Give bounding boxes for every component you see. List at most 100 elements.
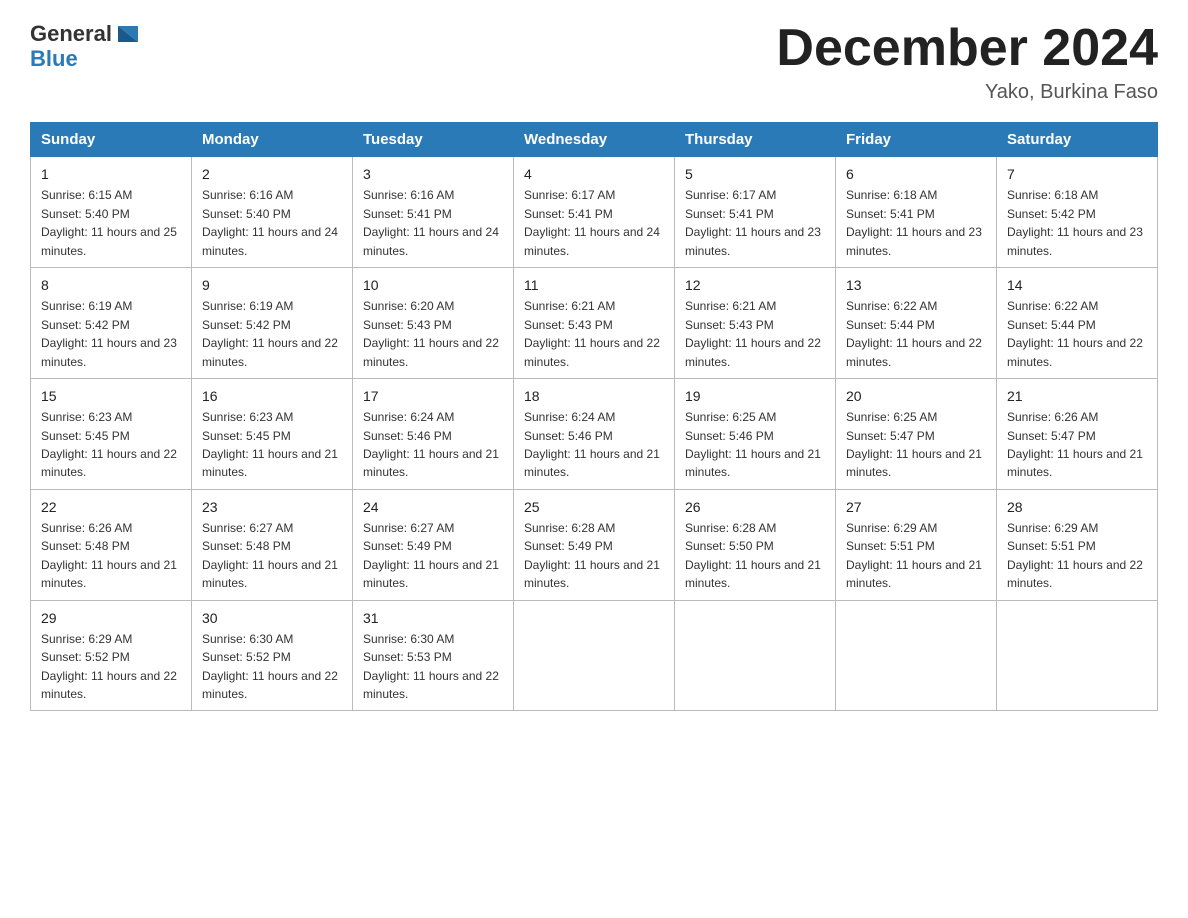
day-info: Sunrise: 6:29 AMSunset: 5:52 PMDaylight:… xyxy=(41,632,177,701)
day-number: 27 xyxy=(846,497,986,517)
day-number: 15 xyxy=(41,386,181,406)
calendar-cell: 26Sunrise: 6:28 AMSunset: 5:50 PMDayligh… xyxy=(675,489,836,600)
day-info: Sunrise: 6:30 AMSunset: 5:52 PMDaylight:… xyxy=(202,632,338,701)
calendar-cell: 6 Sunrise: 6:18 AMSunset: 5:41 PMDaylight… xyxy=(836,157,997,268)
calendar-header-row: SundayMondayTuesdayWednesdayThursdayFrid… xyxy=(31,123,1158,157)
day-number: 12 xyxy=(685,275,825,295)
day-info: Sunrise: 6:15 AMSunset: 5:40 PMDaylight:… xyxy=(41,188,177,257)
day-of-week-header: Monday xyxy=(192,123,353,157)
day-info: Sunrise: 6:16 AMSunset: 5:40 PMDaylight:… xyxy=(202,188,338,257)
day-info: Sunrise: 6:18 AMSunset: 5:41 PMDaylight:… xyxy=(846,188,982,257)
day-number: 19 xyxy=(685,386,825,406)
calendar-cell: 11Sunrise: 6:21 AMSunset: 5:43 PMDayligh… xyxy=(514,268,675,379)
day-info: Sunrise: 6:27 AMSunset: 5:49 PMDaylight:… xyxy=(363,521,499,590)
calendar-cell: 29 Sunrise: 6:29 AMSunset: 5:52 PMDayligh… xyxy=(31,600,192,711)
day-number: 6 xyxy=(846,164,986,184)
calendar-cell: 28Sunrise: 6:29 AMSunset: 5:51 PMDayligh… xyxy=(997,489,1158,600)
day-number: 5 xyxy=(685,164,825,184)
day-info: Sunrise: 6:17 AMSunset: 5:41 PMDaylight:… xyxy=(524,188,660,257)
day-number: 29 xyxy=(41,608,181,628)
day-number: 23 xyxy=(202,497,342,517)
day-of-week-header: Wednesday xyxy=(514,123,675,157)
calendar-cell: 27 Sunrise: 6:29 AMSunset: 5:51 PMDayligh… xyxy=(836,489,997,600)
calendar-cell: 8 Sunrise: 6:19 AMSunset: 5:42 PMDaylight… xyxy=(31,268,192,379)
calendar-cell: 12 Sunrise: 6:21 AMSunset: 5:43 PMDayligh… xyxy=(675,268,836,379)
day-of-week-header: Thursday xyxy=(675,123,836,157)
day-number: 18 xyxy=(524,386,664,406)
day-info: Sunrise: 6:24 AMSunset: 5:46 PMDaylight:… xyxy=(363,410,499,479)
day-number: 2 xyxy=(202,164,342,184)
calendar-cell: 7 Sunrise: 6:18 AMSunset: 5:42 PMDaylight… xyxy=(997,157,1158,268)
day-info: Sunrise: 6:21 AMSunset: 5:43 PMDaylight:… xyxy=(685,299,821,368)
day-number: 14 xyxy=(1007,275,1147,295)
day-of-week-header: Friday xyxy=(836,123,997,157)
calendar-week-row: 1 Sunrise: 6:15 AMSunset: 5:40 PMDaylight… xyxy=(31,157,1158,268)
calendar-week-row: 29 Sunrise: 6:29 AMSunset: 5:52 PMDayligh… xyxy=(31,600,1158,711)
calendar-week-row: 15 Sunrise: 6:23 AMSunset: 5:45 PMDayligh… xyxy=(31,378,1158,489)
day-number: 20 xyxy=(846,386,986,406)
calendar-cell: 16 Sunrise: 6:23 AMSunset: 5:45 PMDayligh… xyxy=(192,378,353,489)
day-number: 11 xyxy=(524,275,664,295)
calendar-cell: 9 Sunrise: 6:19 AMSunset: 5:42 PMDaylight… xyxy=(192,268,353,379)
calendar-title: December 2024 xyxy=(776,20,1158,77)
day-number: 22 xyxy=(41,497,181,517)
day-info: Sunrise: 6:17 AMSunset: 5:41 PMDaylight:… xyxy=(685,188,821,257)
logo: General Blue xyxy=(30,20,142,70)
day-number: 30 xyxy=(202,608,342,628)
logo-blue-text: Blue xyxy=(30,48,78,70)
calendar-cell: 15Sunrise: 6:23 AMSunset: 5:45 PMDayligh… xyxy=(31,378,192,489)
calendar-cell: 2 Sunrise: 6:16 AMSunset: 5:40 PMDaylight… xyxy=(192,157,353,268)
day-number: 24 xyxy=(363,497,503,517)
day-info: Sunrise: 6:29 AMSunset: 5:51 PMDaylight:… xyxy=(846,521,982,590)
day-number: 7 xyxy=(1007,164,1147,184)
day-info: Sunrise: 6:16 AMSunset: 5:41 PMDaylight:… xyxy=(363,188,499,257)
calendar-location: Yako, Burkina Faso xyxy=(776,81,1158,104)
day-info: Sunrise: 6:26 AMSunset: 5:48 PMDaylight:… xyxy=(41,521,177,590)
calendar-cell: 18Sunrise: 6:24 AMSunset: 5:46 PMDayligh… xyxy=(514,378,675,489)
day-info: Sunrise: 6:28 AMSunset: 5:50 PMDaylight:… xyxy=(685,521,821,590)
day-number: 1 xyxy=(41,164,181,184)
calendar-cell: 19 Sunrise: 6:25 AMSunset: 5:46 PMDayligh… xyxy=(675,378,836,489)
calendar-cell: 30 Sunrise: 6:30 AMSunset: 5:52 PMDayligh… xyxy=(192,600,353,711)
calendar-cell: 4Sunrise: 6:17 AMSunset: 5:41 PMDaylight… xyxy=(514,157,675,268)
day-info: Sunrise: 6:19 AMSunset: 5:42 PMDaylight:… xyxy=(41,299,177,368)
calendar-cell: 24 Sunrise: 6:27 AMSunset: 5:49 PMDayligh… xyxy=(353,489,514,600)
day-number: 9 xyxy=(202,275,342,295)
calendar-cell: 10Sunrise: 6:20 AMSunset: 5:43 PMDayligh… xyxy=(353,268,514,379)
day-info: Sunrise: 6:28 AMSunset: 5:49 PMDaylight:… xyxy=(524,521,660,590)
calendar-cell: 23Sunrise: 6:27 AMSunset: 5:48 PMDayligh… xyxy=(192,489,353,600)
day-number: 13 xyxy=(846,275,986,295)
day-number: 28 xyxy=(1007,497,1147,517)
calendar-cell: 14 Sunrise: 6:22 AMSunset: 5:44 PMDayligh… xyxy=(997,268,1158,379)
logo-triangle-icon xyxy=(114,20,142,48)
day-number: 17 xyxy=(363,386,503,406)
calendar-cell xyxy=(675,600,836,711)
calendar-cell xyxy=(514,600,675,711)
day-info: Sunrise: 6:18 AMSunset: 5:42 PMDaylight:… xyxy=(1007,188,1143,257)
calendar-cell: 5 Sunrise: 6:17 AMSunset: 5:41 PMDaylight… xyxy=(675,157,836,268)
day-number: 8 xyxy=(41,275,181,295)
calendar-cell xyxy=(836,600,997,711)
day-info: Sunrise: 6:26 AMSunset: 5:47 PMDaylight:… xyxy=(1007,410,1143,479)
day-info: Sunrise: 6:22 AMSunset: 5:44 PMDaylight:… xyxy=(846,299,982,368)
day-number: 10 xyxy=(363,275,503,295)
calendar-cell: 25Sunrise: 6:28 AMSunset: 5:49 PMDayligh… xyxy=(514,489,675,600)
day-info: Sunrise: 6:25 AMSunset: 5:47 PMDaylight:… xyxy=(846,410,982,479)
calendar-cell: 22 Sunrise: 6:26 AMSunset: 5:48 PMDayligh… xyxy=(31,489,192,600)
day-info: Sunrise: 6:30 AMSunset: 5:53 PMDaylight:… xyxy=(363,632,499,701)
calendar-cell: 13 Sunrise: 6:22 AMSunset: 5:44 PMDayligh… xyxy=(836,268,997,379)
day-of-week-header: Saturday xyxy=(997,123,1158,157)
calendar-cell: 17 Sunrise: 6:24 AMSunset: 5:46 PMDayligh… xyxy=(353,378,514,489)
day-number: 16 xyxy=(202,386,342,406)
day-info: Sunrise: 6:19 AMSunset: 5:42 PMDaylight:… xyxy=(202,299,338,368)
calendar-cell: 3Sunrise: 6:16 AMSunset: 5:41 PMDaylight… xyxy=(353,157,514,268)
day-number: 31 xyxy=(363,608,503,628)
day-info: Sunrise: 6:25 AMSunset: 5:46 PMDaylight:… xyxy=(685,410,821,479)
calendar-cell: 31 Sunrise: 6:30 AMSunset: 5:53 PMDayligh… xyxy=(353,600,514,711)
day-info: Sunrise: 6:23 AMSunset: 5:45 PMDaylight:… xyxy=(202,410,338,479)
calendar-table: SundayMondayTuesdayWednesdayThursdayFrid… xyxy=(30,122,1158,711)
day-info: Sunrise: 6:22 AMSunset: 5:44 PMDaylight:… xyxy=(1007,299,1143,368)
logo-general-text: General xyxy=(30,21,112,47)
page-header: General Blue December 2024 Yako, Burkina… xyxy=(30,20,1158,104)
calendar-cell xyxy=(997,600,1158,711)
